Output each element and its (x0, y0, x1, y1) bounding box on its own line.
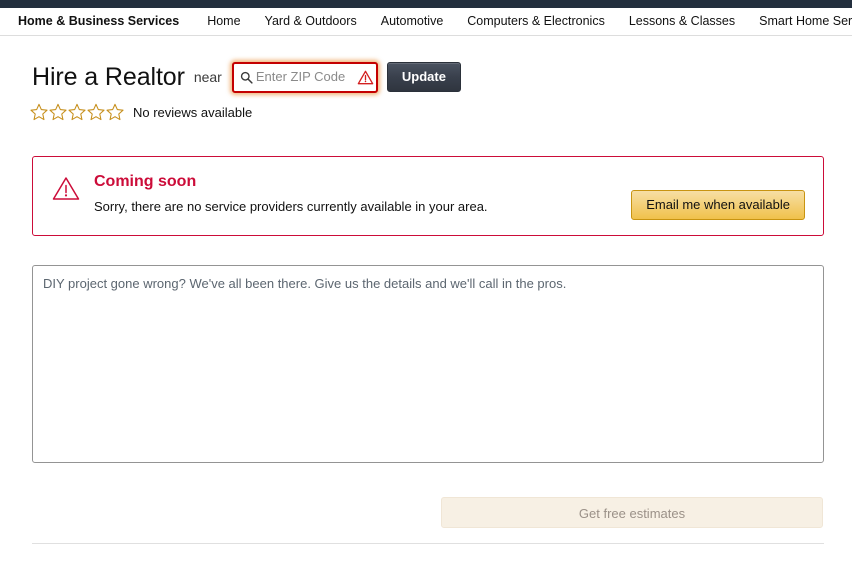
nav-item-smart-home-services[interactable]: Smart Home Services (759, 8, 852, 35)
warning-triangle-icon (357, 70, 374, 85)
nav-item-automotive[interactable]: Automotive (381, 8, 444, 35)
page-title: Hire a Realtor (32, 62, 185, 92)
rating-row: No reviews available (0, 101, 852, 123)
nav-item-home-and-business-services[interactable]: Home & Business Services (18, 8, 179, 35)
alert-title: Coming soon (94, 172, 631, 192)
warning-triangle-icon (52, 176, 80, 201)
nav-item-yard-and-outdoors[interactable]: Yard & Outdoors (265, 8, 357, 35)
get-free-estimates-button[interactable]: Get free estimates (441, 497, 823, 528)
zip-code-input[interactable] (256, 67, 356, 87)
near-label: near (194, 62, 222, 92)
update-button[interactable]: Update (387, 62, 461, 92)
top-brand-strip (0, 0, 852, 8)
nav-item-home[interactable]: Home (207, 8, 240, 35)
star-outline-icon (87, 103, 105, 121)
star-outline-icon (49, 103, 67, 121)
page-content: Hire a Realtor near Update (0, 37, 852, 544)
zip-code-field-wrapper[interactable] (232, 62, 378, 93)
reviews-count-label: No reviews available (133, 105, 252, 120)
title-row: Hire a Realtor near Update (0, 55, 852, 99)
star-rating[interactable] (30, 103, 125, 121)
star-outline-icon (106, 103, 124, 121)
star-outline-icon (68, 103, 86, 121)
alert-body: Coming soon Sorry, there are no service … (94, 171, 631, 215)
alert-description: Sorry, there are no service providers cu… (94, 198, 631, 215)
search-icon (240, 71, 253, 84)
coming-soon-alert: Coming soon Sorry, there are no service … (32, 156, 824, 236)
nav-item-lessons-and-classes[interactable]: Lessons & Classes (629, 8, 735, 35)
nav-item-computers-and-electronics[interactable]: Computers & Electronics (467, 8, 605, 35)
star-outline-icon (30, 103, 48, 121)
submit-row: Get free estimates (0, 497, 852, 528)
bottom-divider (32, 543, 824, 544)
project-details-textarea[interactable] (32, 265, 824, 463)
category-navbar: Home & Business Services Home Yard & Out… (0, 8, 852, 36)
email-me-when-available-button[interactable]: Email me when available (631, 190, 805, 220)
